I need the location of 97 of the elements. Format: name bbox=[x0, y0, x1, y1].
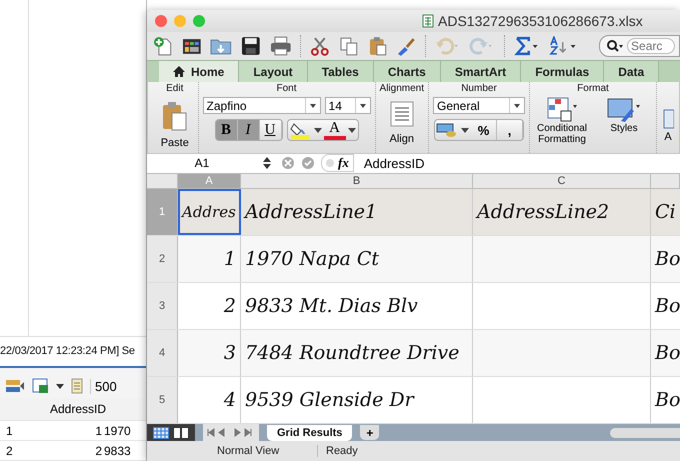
scroll-icon[interactable] bbox=[70, 378, 84, 394]
number-format-field[interactable]: General bbox=[433, 97, 525, 114]
underline-button[interactable]: U bbox=[260, 120, 282, 140]
row-number: 1 bbox=[5, 424, 14, 438]
conditional-formatting-button[interactable]: Conditional Formatting bbox=[534, 97, 590, 146]
template-gallery-icon[interactable] bbox=[182, 36, 202, 56]
sort-icon[interactable] bbox=[548, 36, 578, 56]
caret-icon[interactable] bbox=[348, 128, 356, 133]
print-icon[interactable] bbox=[270, 36, 292, 56]
formula-field[interactable]: AddressID bbox=[360, 156, 425, 171]
ready-status: Ready bbox=[325, 445, 358, 457]
stepper-icon[interactable] bbox=[263, 157, 271, 170]
column-header[interactable]: C bbox=[473, 174, 651, 188]
table-cell: Bo bbox=[655, 295, 680, 317]
table-cell: Ci bbox=[655, 201, 676, 223]
clipboard-icon[interactable] bbox=[368, 36, 388, 56]
table-cell: Bo bbox=[655, 389, 680, 411]
ribbon-tab[interactable]: Layout bbox=[239, 61, 308, 82]
bold-button[interactable]: B bbox=[216, 120, 238, 140]
styles-button[interactable]: Styles bbox=[596, 97, 652, 146]
close-button[interactable] bbox=[155, 14, 167, 27]
sheet-navigation-icon[interactable] bbox=[203, 424, 259, 441]
insert-function-button[interactable]: fx bbox=[321, 154, 354, 172]
ribbon-tab[interactable]: Data bbox=[604, 61, 660, 82]
cut-icon[interactable] bbox=[310, 36, 330, 56]
group-label: Format bbox=[577, 82, 609, 96]
ribbon-tab[interactable]: Charts bbox=[374, 61, 441, 82]
currency-icon[interactable] bbox=[436, 122, 458, 138]
row-header[interactable]: 3 bbox=[147, 283, 178, 329]
table-cell: Addres bbox=[182, 203, 236, 221]
table-cell: AddressLine1 bbox=[245, 201, 378, 223]
horizontal-scrollbar[interactable] bbox=[610, 428, 680, 438]
row-number: 2 bbox=[5, 444, 14, 458]
align-button[interactable]: Align bbox=[390, 97, 414, 146]
paste-icon bbox=[162, 101, 188, 132]
font-size-field[interactable]: 14 bbox=[324, 97, 371, 114]
group-label: Number bbox=[461, 82, 497, 96]
log-text: 22/03/2017 12:23:24 PM] Se bbox=[0, 344, 136, 359]
ribbon-tab[interactable]: Home bbox=[159, 61, 240, 82]
spreadsheet-icon[interactable] bbox=[32, 378, 50, 394]
table-cell-text: 1970 bbox=[104, 424, 132, 438]
toolbar-icon[interactable] bbox=[4, 378, 26, 394]
group-label: Alignment bbox=[380, 82, 424, 96]
group-label: Font bbox=[276, 82, 297, 96]
table-cell: 7484 Roundtree Drive bbox=[245, 342, 460, 364]
sheet-tab[interactable]: Grid Results bbox=[267, 424, 352, 440]
search-field[interactable]: Searc bbox=[599, 35, 680, 58]
save-icon[interactable] bbox=[240, 36, 261, 56]
ribbon-tab[interactable]: SmartArt bbox=[440, 61, 522, 82]
table-cell: Bo bbox=[655, 248, 680, 270]
table-cell: 9833 Mt. Dias Blv bbox=[245, 295, 418, 317]
table-cell: 9539 Glenside Dr bbox=[245, 389, 414, 411]
table-cell: 4 bbox=[224, 389, 236, 411]
caret-icon[interactable] bbox=[461, 128, 469, 133]
copy-icon[interactable] bbox=[338, 36, 359, 56]
group-label: Edit bbox=[166, 82, 184, 96]
table-cell: 3 bbox=[224, 342, 236, 364]
spreadsheet-file-icon bbox=[422, 14, 434, 28]
sum-icon[interactable] bbox=[514, 36, 540, 56]
table-cell-text: 2 bbox=[94, 444, 103, 458]
ribbon-tab[interactable]: Formulas bbox=[521, 61, 604, 82]
comma-button[interactable]: , bbox=[497, 120, 523, 140]
italic-button[interactable]: I bbox=[238, 120, 260, 140]
column-header: AddressID bbox=[48, 402, 108, 416]
table-cell: AddressLine2 bbox=[477, 201, 610, 223]
add-sheet-button[interactable]: + bbox=[360, 425, 380, 440]
table-cell: 2 bbox=[224, 295, 236, 317]
ribbon-tab[interactable]: Tables bbox=[308, 61, 374, 82]
styles-icon bbox=[607, 97, 641, 124]
row-header[interactable]: 2 bbox=[147, 236, 178, 282]
name-box[interactable]: A1 bbox=[147, 156, 257, 170]
search-icon bbox=[606, 39, 624, 54]
conditional-formatting-icon bbox=[547, 97, 577, 124]
normal-view-icon[interactable] bbox=[153, 426, 169, 438]
table-cell-text: 9833 bbox=[104, 444, 132, 458]
row-header[interactable]: 5 bbox=[147, 377, 178, 423]
page-layout-icon[interactable] bbox=[173, 426, 189, 438]
view-status: Normal View bbox=[147, 445, 318, 457]
caret-icon[interactable] bbox=[56, 384, 64, 389]
caret-icon[interactable] bbox=[314, 128, 322, 133]
table-cell: Bo bbox=[655, 342, 680, 364]
fill-color-icon[interactable] bbox=[288, 121, 311, 140]
table-cell: 1970 Napa Ct bbox=[245, 248, 380, 270]
window-title: ADS1327296353106286673.xlsx bbox=[438, 12, 643, 29]
table-cell-text: 1 bbox=[94, 424, 103, 438]
row-header[interactable]: 4 bbox=[147, 330, 178, 376]
row-limit-field[interactable]: 500 bbox=[90, 378, 117, 394]
align-icon bbox=[390, 101, 414, 128]
percent-button[interactable]: % bbox=[471, 120, 497, 140]
ribbon-button[interactable]: A bbox=[661, 106, 675, 143]
new-document-icon[interactable] bbox=[153, 36, 173, 56]
paste-button[interactable]: Paste bbox=[160, 97, 189, 150]
paintbrush-icon[interactable] bbox=[396, 36, 416, 56]
table-cell: 1 bbox=[224, 248, 236, 270]
home-icon bbox=[173, 66, 185, 78]
font-name-field[interactable]: Zapfino bbox=[202, 97, 321, 114]
column-header[interactable]: B bbox=[241, 174, 473, 188]
